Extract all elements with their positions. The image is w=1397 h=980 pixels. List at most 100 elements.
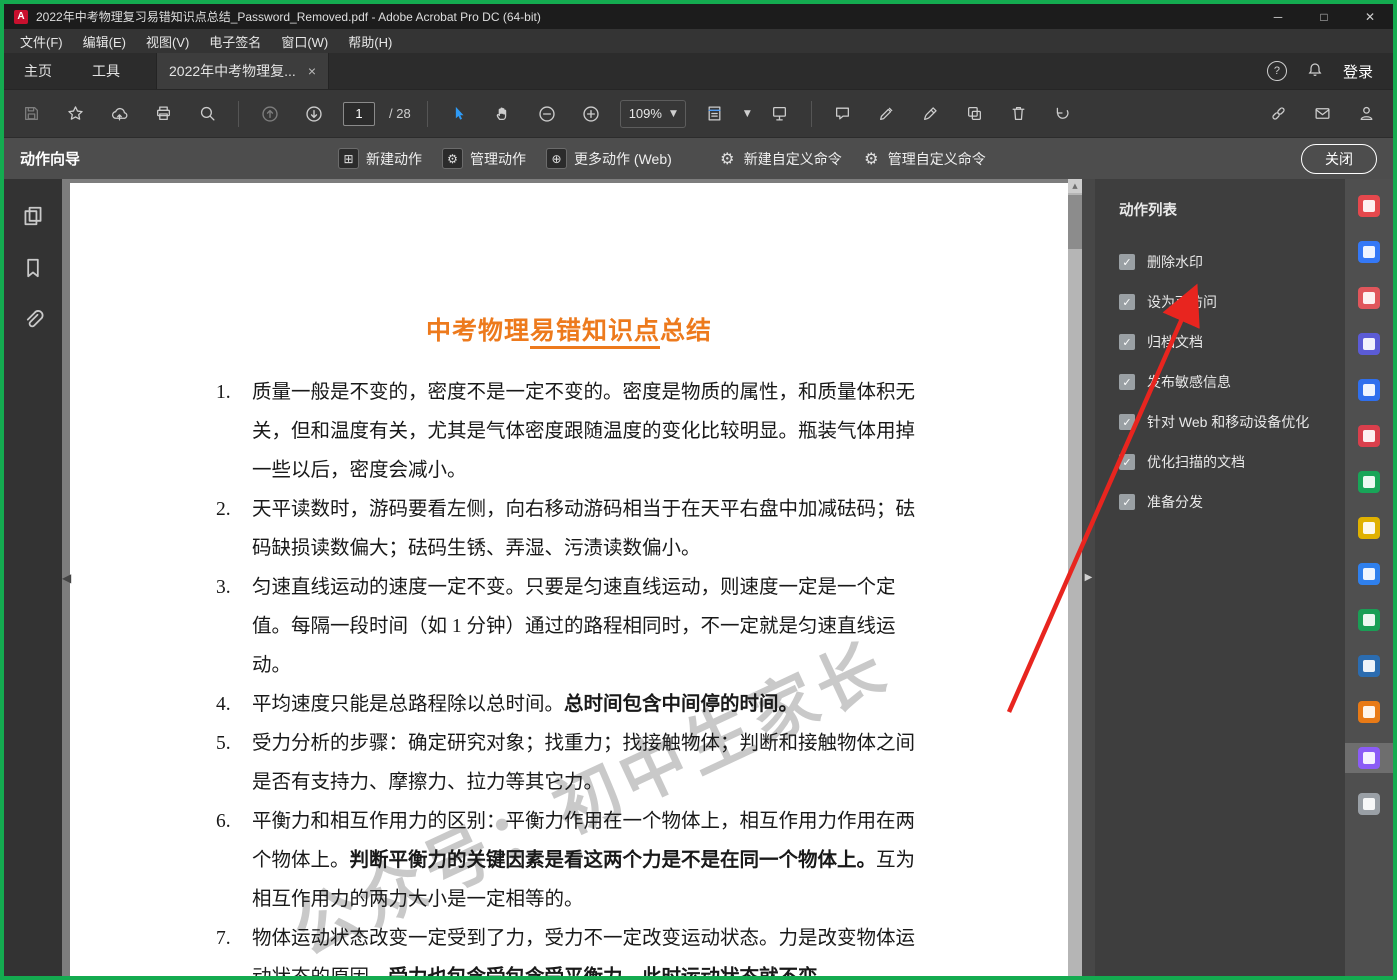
page-display-icon[interactable]: [700, 99, 730, 129]
menu-file[interactable]: 文件(F): [10, 32, 73, 51]
action-list-item[interactable]: ✓ 归档文档: [1119, 322, 1345, 362]
document-viewport[interactable]: 公众号：初中生家长 中考物理易错知识点总结 1. 质量一般是不变的，密度不是一定不…: [62, 179, 1082, 976]
action-wizard-tool[interactable]: [1345, 743, 1393, 773]
new-custom-command-button[interactable]: ⚙ 新建自定义命令: [718, 149, 842, 169]
tab-tools[interactable]: 工具: [72, 53, 140, 89]
menu-window[interactable]: 窗口(W): [271, 32, 338, 51]
select-tool-icon[interactable]: [444, 99, 474, 129]
menu-edit[interactable]: 编辑(E): [73, 32, 136, 51]
tab-home[interactable]: 主页: [4, 53, 72, 89]
action-list-item[interactable]: ✓ 优化扫描的文档: [1119, 442, 1345, 482]
protect-tool[interactable]: [1345, 651, 1393, 681]
action-list-item[interactable]: ✓ 准备分发: [1119, 482, 1345, 522]
comment-tool[interactable]: [1345, 559, 1393, 589]
organize-pages-tool[interactable]: [1345, 283, 1393, 313]
new-action-icon: ⊞: [338, 148, 360, 169]
help-icon[interactable]: ?: [1266, 61, 1287, 81]
doc-item-number: 5.: [216, 733, 231, 754]
zoom-level-dropdown[interactable]: 109% ▼: [619, 99, 686, 128]
zoom-out-icon[interactable]: [532, 99, 562, 129]
pdf-page: 公众号：初中生家长 中考物理易错知识点总结 1. 质量一般是不变的，密度不是一定不…: [70, 183, 1068, 976]
close-action-wizard-button[interactable]: 关闭: [1301, 143, 1377, 174]
doc-item-text: 受力分析的步骤：确定研究对象；找重力；找接触物体；判断和接触物体之间是否有支持力…: [252, 733, 916, 793]
manage-custom-commands-button[interactable]: ⚙ 管理自定义命令: [862, 149, 986, 169]
manage-actions-button[interactable]: ⚙ 管理动作: [442, 148, 526, 169]
action-item-label: 删除水印: [1147, 254, 1203, 270]
comment-icon[interactable]: [828, 99, 858, 129]
search-icon[interactable]: [192, 99, 222, 129]
sign-pen-icon[interactable]: [916, 99, 946, 129]
action-check-icon: ✓: [1119, 494, 1135, 510]
quick-toolbar: / 28 109% ▼ ▼: [4, 89, 1393, 137]
doc-item-number: 7.: [216, 928, 231, 949]
export-pdf-tool[interactable]: [1345, 329, 1393, 359]
menu-view[interactable]: 视图(V): [136, 32, 199, 51]
cloud-upload-icon[interactable]: [104, 99, 134, 129]
edit-pdf-tool[interactable]: [1345, 237, 1393, 267]
print-icon[interactable]: [148, 99, 178, 129]
zoom-in-icon[interactable]: [576, 99, 606, 129]
close-button[interactable]: ✕: [1347, 4, 1393, 29]
doc-item-text: 天平读数时，游码要看左侧，向右移动游码相当于在天平右盘中加减砝码；砝码缺损读数偏…: [252, 499, 916, 559]
minimize-button[interactable]: ─: [1255, 4, 1301, 29]
print-production-tool[interactable]: [1345, 605, 1393, 635]
page-thumbnails-icon[interactable]: [22, 205, 44, 232]
scroll-up-icon[interactable]: ▲: [1068, 179, 1082, 193]
doc-list-item: 5. 受力分析的步骤：确定研究对象；找重力；找接触物体；判断和接触物体之间是否有支…: [216, 724, 918, 802]
link-icon[interactable]: [1263, 99, 1293, 129]
stamp-icon[interactable]: [960, 99, 990, 129]
highlighter-icon[interactable]: [872, 99, 902, 129]
create-pdf-tool[interactable]: [1345, 191, 1393, 221]
email-icon[interactable]: [1307, 99, 1337, 129]
previous-page-icon[interactable]: [255, 99, 285, 129]
document-tab[interactable]: 2022年中考物理复... ×: [156, 53, 330, 89]
document-title: 中考物理易错知识点总结: [70, 311, 1068, 349]
action-check-icon: ✓: [1119, 454, 1135, 470]
optimize-tool[interactable]: [1345, 697, 1393, 727]
next-page-icon[interactable]: [299, 99, 329, 129]
collapse-right-pane-icon[interactable]: ▶: [1085, 572, 1093, 583]
save-icon[interactable]: [16, 99, 46, 129]
doc-item-text: 平均速度只能是总路程除以总时间。总时间包含中间停的时间。: [252, 694, 799, 715]
notification-bell-icon[interactable]: [1307, 62, 1323, 81]
page-total-label: / 28: [389, 106, 411, 121]
doc-item-text: 匀速直线运动的速度一定不变。只要是匀速直线运动，则速度一定是一个定值。每隔一段时…: [252, 577, 896, 676]
convert-tool[interactable]: [1345, 421, 1393, 451]
menu-help[interactable]: 帮助(H): [338, 32, 402, 51]
menu-esign[interactable]: 电子签名: [199, 32, 271, 51]
window-title: 2022年中考物理复习易错知识点总结_Password_Removed.pdf …: [36, 10, 541, 24]
hand-tool-icon[interactable]: [488, 99, 518, 129]
tab-close-icon[interactable]: ×: [308, 63, 316, 79]
share-person-icon[interactable]: [1351, 99, 1381, 129]
page-number-input[interactable]: [343, 101, 375, 126]
menu-bar: 文件(F) 编辑(E) 视图(V) 电子签名 窗口(W) 帮助(H): [4, 29, 1393, 53]
scrollbar-thumb[interactable]: [1068, 195, 1082, 249]
combine-files-tool-icon: [1358, 517, 1380, 539]
delete-trash-icon[interactable]: [1004, 99, 1034, 129]
action-list-item[interactable]: ✓ 针对 Web 和移动设备优化: [1119, 402, 1345, 442]
more-actions-button[interactable]: ⊕ 更多动作 (Web): [546, 148, 672, 169]
maximize-button[interactable]: □: [1301, 4, 1347, 29]
tab-bar: 主页 工具 2022年中考物理复... × ? 登录: [4, 53, 1393, 89]
more-tools[interactable]: [1345, 789, 1393, 819]
panel-collapse-strip[interactable]: ▶: [1082, 179, 1095, 976]
attachments-icon[interactable]: [22, 309, 44, 336]
scan-ocr-tool[interactable]: [1345, 467, 1393, 497]
read-mode-icon[interactable]: [765, 99, 795, 129]
combine-files-tool[interactable]: [1345, 513, 1393, 543]
action-list-item[interactable]: ✓ 设为可访问: [1119, 282, 1345, 322]
undo-icon[interactable]: [1048, 99, 1078, 129]
chevron-down-icon[interactable]: ▼: [744, 109, 751, 119]
vertical-scrollbar[interactable]: ▲: [1068, 179, 1082, 976]
star-favorite-icon[interactable]: [60, 99, 90, 129]
doc-item-text: 平衡力和相互作用力的区别：平衡力作用在一个物体上，相互作用力作用在两个物体上。判…: [252, 811, 916, 910]
action-check-icon: ✓: [1119, 374, 1135, 390]
action-list-item[interactable]: ✓ 发布敏感信息: [1119, 362, 1345, 402]
zoom-level-value: 109%: [628, 106, 662, 121]
new-action-button[interactable]: ⊞ 新建动作: [338, 148, 422, 169]
new-custom-command-label: 新建自定义命令: [743, 150, 842, 167]
action-list-item[interactable]: ✓ 删除水印: [1119, 242, 1345, 282]
bookmarks-icon[interactable]: [22, 257, 44, 284]
sign-in-button[interactable]: 登录: [1343, 61, 1373, 82]
fill-sign-tool[interactable]: [1345, 375, 1393, 405]
